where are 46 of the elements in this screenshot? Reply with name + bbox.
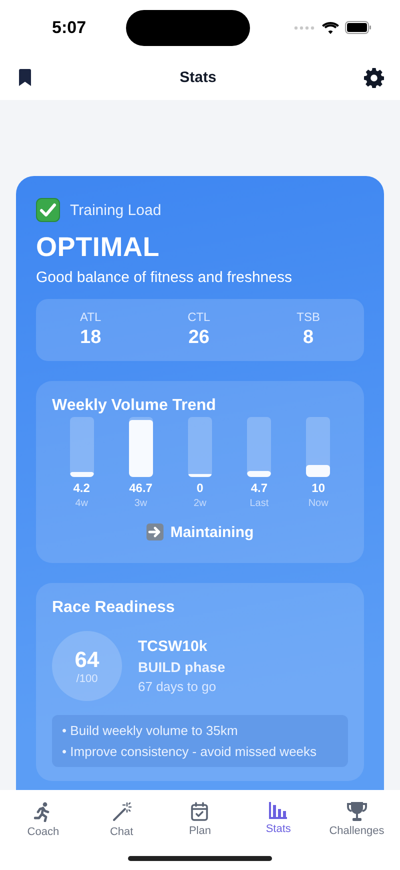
metric-label: ATL (80, 310, 102, 324)
load-status: OPTIMAL (36, 232, 160, 263)
training-phase: BUILD phase (138, 659, 226, 675)
metric-label: CTL (188, 310, 210, 324)
metric-value: 8 (303, 327, 314, 349)
wifi-icon (322, 22, 339, 34)
tab-bar-item[interactable]: Plan (162, 802, 238, 838)
bar-chart-icon (269, 802, 288, 819)
metric-label: TSB (296, 310, 320, 324)
tab-bar-item[interactable]: Coach (5, 802, 82, 838)
tab-bar-item[interactable]: Stats (240, 802, 316, 838)
volume-value: 46.7 (129, 481, 152, 495)
week-label: Last (250, 498, 269, 509)
check-icon (36, 198, 60, 222)
bookmark-icon[interactable] (18, 69, 32, 86)
race-name: TCSW10k (138, 638, 208, 655)
volume-value: 10 (312, 481, 326, 495)
card-title: Training Load (70, 202, 162, 218)
week-label: 2w (194, 498, 206, 509)
volume-value: 4.7 (250, 481, 268, 495)
screen-title: Stats (180, 69, 216, 86)
magic-wand-icon (112, 802, 132, 822)
battery-icon (345, 21, 372, 34)
tab-bar-item[interactable]: Chat (84, 802, 160, 838)
signal-icon (294, 26, 316, 30)
tab-bar-item[interactable]: Challenges (318, 802, 395, 838)
section-title: Weekly Volume Trend (52, 397, 216, 415)
metric-value: 18 (80, 327, 102, 349)
trend-label: Maintaining (170, 524, 254, 540)
week-label: 3w (134, 498, 148, 509)
calendar-icon (191, 802, 208, 821)
settings-icon[interactable] (364, 68, 384, 88)
section-title: Race Readiness (52, 599, 175, 617)
readiness-score: 64 (74, 647, 100, 673)
week-label: 4w (75, 498, 88, 509)
tip-text: • Build weekly volume to 35km (62, 723, 239, 738)
score-max: /100 (76, 673, 98, 685)
metric-value: 26 (188, 327, 210, 349)
load-description: Good balance of fitness and freshness (36, 269, 292, 286)
trophy-icon (346, 802, 367, 821)
week-label: Now (308, 498, 328, 509)
volume-value: 4.2 (73, 481, 90, 495)
clock: 5:07 (52, 18, 86, 38)
race-countdown: 67 days to go (138, 679, 218, 694)
tip-text: • Improve consistency - avoid missed weeks (62, 744, 318, 759)
volume-value: 0 (196, 481, 204, 495)
